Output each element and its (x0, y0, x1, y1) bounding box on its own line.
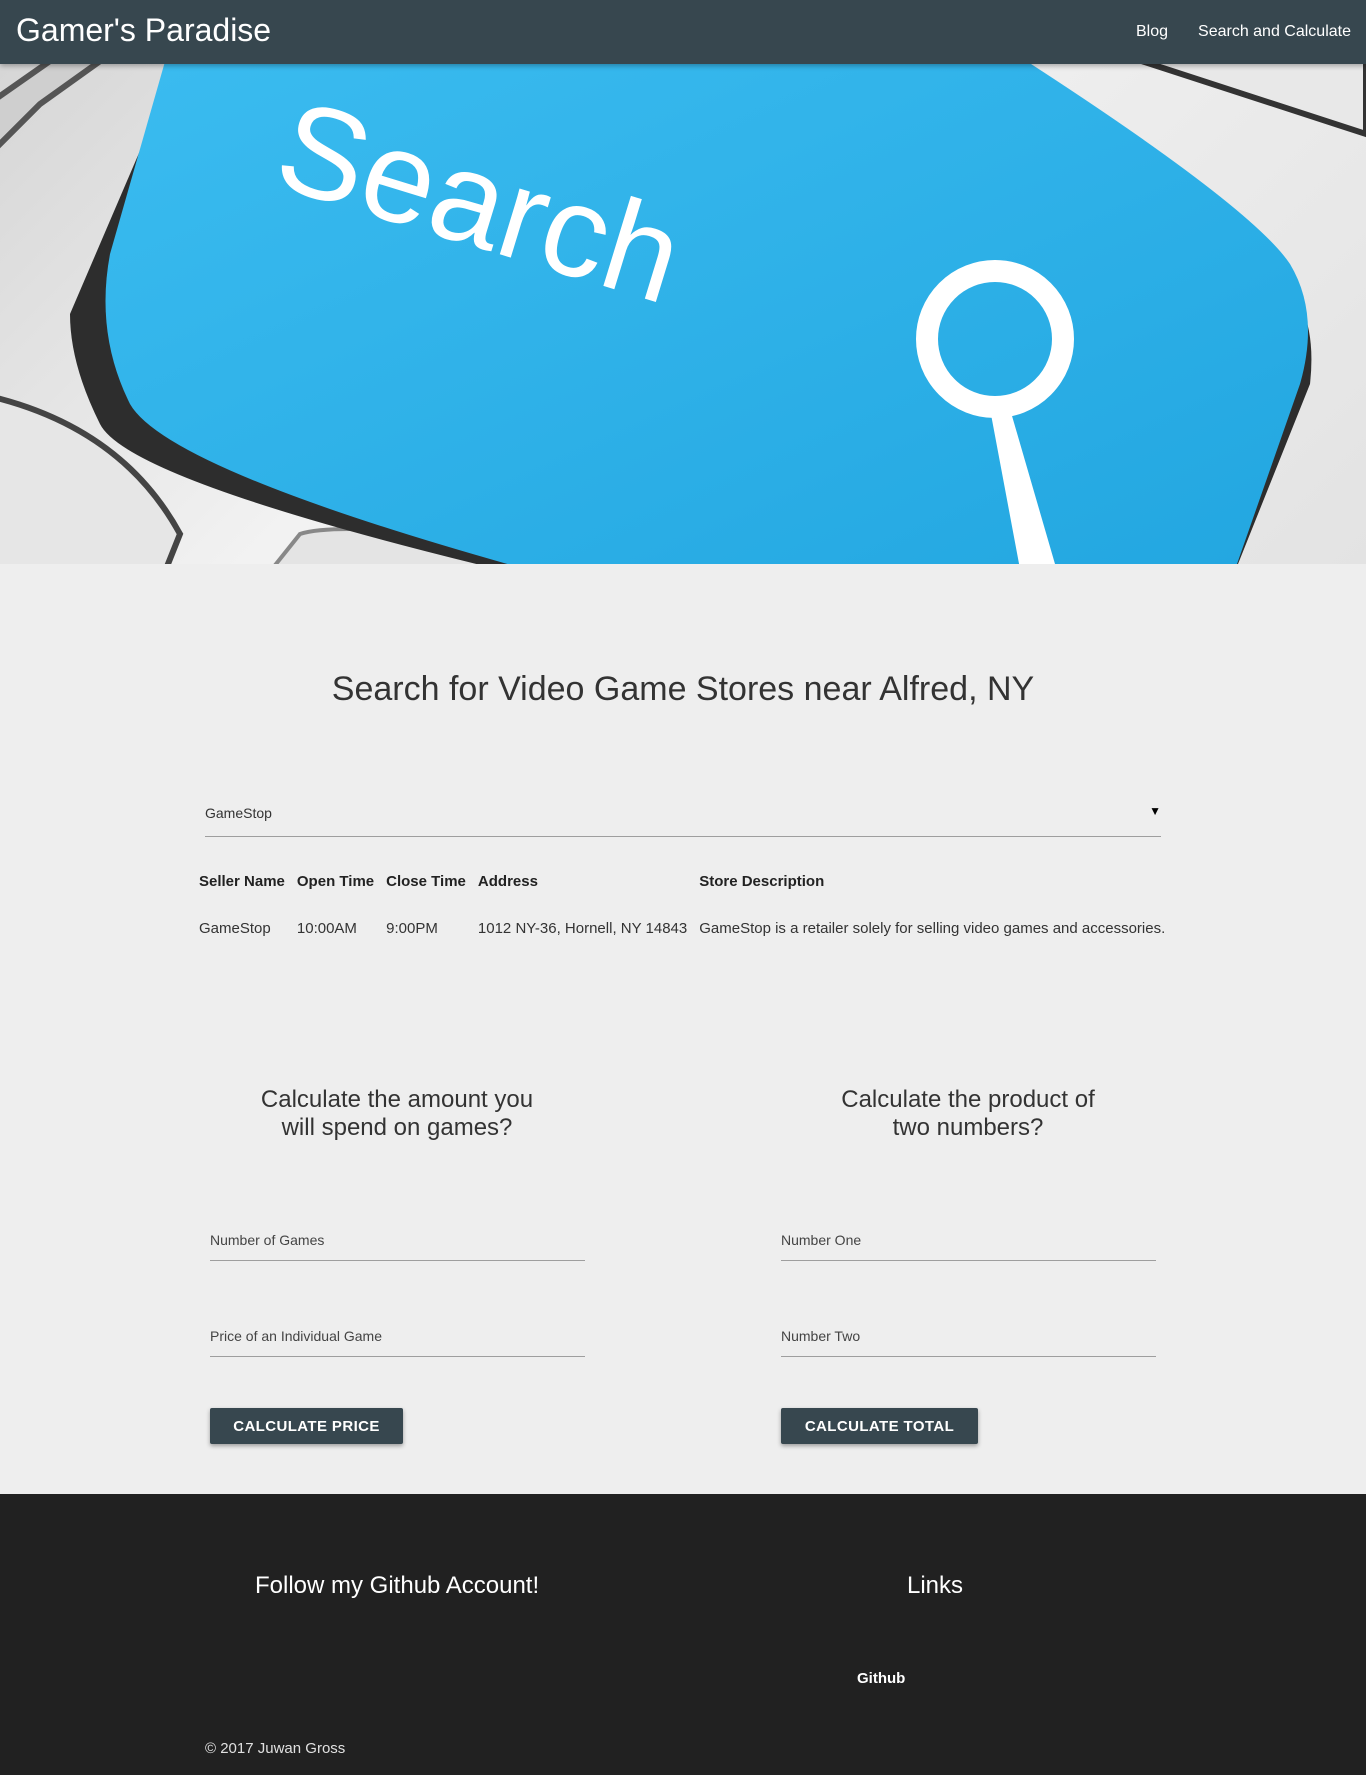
footer-link-github[interactable]: Github (857, 1670, 905, 1687)
table-header-close-time: Close Time (386, 873, 466, 890)
table-header-row: Seller Name Open Time Close Time Address… (193, 865, 1171, 906)
footer-links-title: Links (907, 1572, 964, 1599)
table-cell-address: 1012 NY-36, Hornell, NY 14843 (477, 920, 688, 937)
nav-link-search-calculate[interactable]: Search and Calculate (1198, 23, 1351, 41)
number-two-input[interactable]: Number Two (781, 1317, 1156, 1357)
table-cell-seller-name: GameStop (199, 920, 271, 937)
number-one-label: Number One (781, 1232, 862, 1248)
table-row: GameStop 10:00AM 9:00PM 1012 NY-36, Horn… (193, 906, 1171, 951)
calculate-total-button[interactable]: CALCULATE TOTAL (781, 1408, 978, 1444)
calculate-price-button[interactable]: CALCULATE PRICE (210, 1408, 403, 1444)
calc-product-title: Calculate the product of two numbers? (768, 1086, 1168, 1142)
calc-product-title-line2: two numbers? (892, 1114, 1044, 1141)
table-cell-open-time: 10:00AM (296, 920, 357, 937)
number-two-label: Number Two (781, 1328, 861, 1344)
calc-price-title-line2: will spend on games? (281, 1114, 513, 1141)
store-select-value: GameStop (205, 805, 272, 821)
calc-product-title-line1: Calculate the product of (841, 1086, 1095, 1113)
table-header-seller-name: Seller Name (199, 873, 285, 890)
hero-search-key-illustration: Search (0, 64, 1366, 564)
navbar: Gamer's Paradise Blog Search and Calcula… (0, 0, 1366, 64)
price-individual-game-label: Price of an Individual Game (210, 1328, 382, 1344)
footer-github-title: Follow my Github Account! (255, 1572, 540, 1599)
caret-down-icon[interactable]: ▼ (1149, 804, 1161, 818)
number-of-games-label: Number of Games (210, 1232, 325, 1248)
number-one-input[interactable]: Number One (781, 1221, 1156, 1261)
table-header-open-time: Open Time (296, 873, 375, 890)
calc-price-title-line1: Calculate the amount you (260, 1086, 534, 1113)
table-cell-store-description: GameStop is a retailer solely for sellin… (699, 920, 1166, 937)
copyright: © 2017 Juwan Gross (205, 1740, 346, 1757)
brand-logo[interactable]: Gamer's Paradise (16, 12, 271, 49)
stores-table: Seller Name Open Time Close Time Address… (193, 865, 1171, 951)
nav-link-blog[interactable]: Blog (1136, 23, 1168, 41)
table-cell-close-time: 9:00PM (386, 920, 438, 937)
table-header-store-description: Store Description (699, 873, 825, 890)
search-title: Search for Video Game Stores near Alfred… (331, 670, 1035, 708)
nav-links: Blog Search and Calculate (1136, 0, 1351, 64)
price-individual-game-input[interactable]: Price of an Individual Game (210, 1317, 585, 1357)
footer: Follow my Github Account! Links Github ©… (0, 1494, 1366, 1775)
store-select[interactable]: GameStop ▼ (205, 790, 1161, 837)
number-of-games-input[interactable]: Number of Games (210, 1221, 585, 1261)
table-header-address: Address (477, 873, 538, 890)
hero-search-key-image: Search (0, 64, 1366, 564)
calc-price-title: Calculate the amount you will spend on g… (197, 1086, 597, 1142)
